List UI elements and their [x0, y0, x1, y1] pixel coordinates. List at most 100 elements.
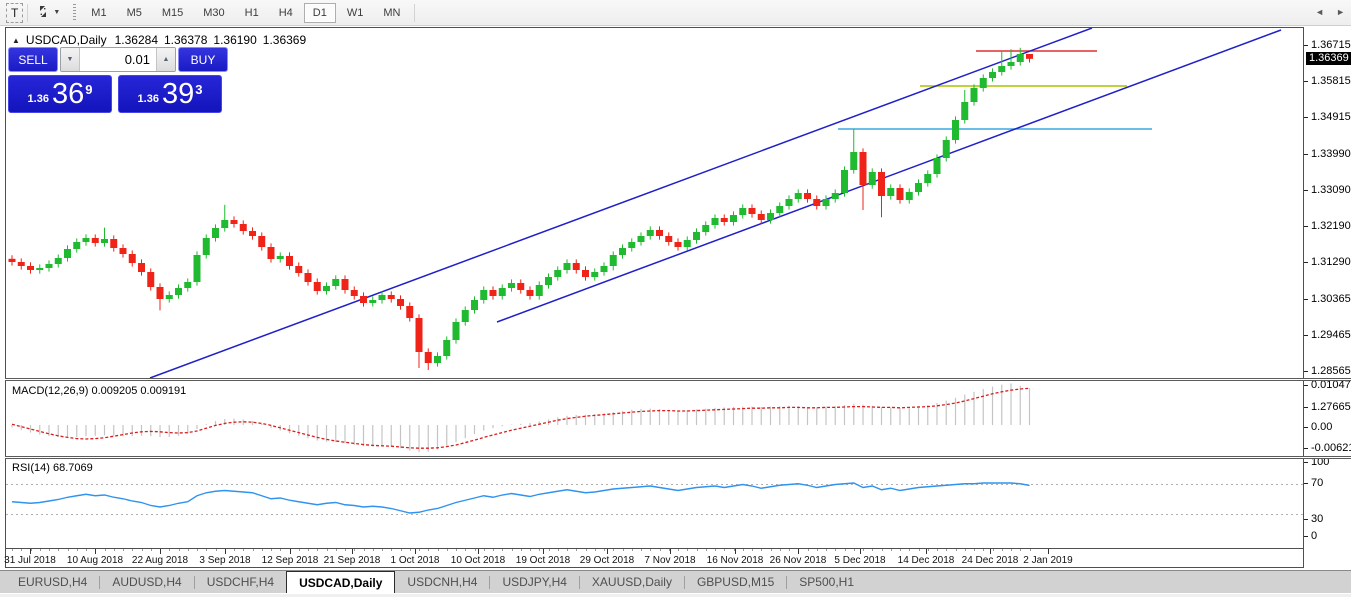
ask-prefix: 1.36	[137, 93, 159, 105]
minor-time-tick	[12, 549, 13, 551]
minor-time-tick	[502, 549, 504, 551]
minor-time-tick	[576, 549, 578, 551]
date-tick	[798, 549, 799, 554]
minor-time-tick	[687, 549, 689, 551]
minor-time-tick	[261, 549, 263, 551]
tab-scroll-left-icon[interactable]: ◄	[1315, 7, 1324, 17]
timeframe-button-m5[interactable]: M5	[118, 3, 151, 23]
minor-time-tick	[317, 549, 319, 551]
date-label: 26 Nov 2018	[769, 555, 827, 566]
minor-time-tick	[1001, 549, 1003, 551]
minor-time-tick	[252, 549, 254, 551]
tab-usdchf[interactable]: USDCHF,H4	[195, 571, 286, 593]
minor-time-tick	[372, 549, 374, 551]
bid-pip-digit: 9	[85, 82, 93, 97]
minor-time-tick	[955, 549, 957, 551]
tab-scroll-right-icon[interactable]: ►	[1336, 7, 1345, 17]
minor-time-tick	[354, 549, 356, 551]
price-tick	[1304, 45, 1308, 46]
indicator-tick	[1304, 427, 1308, 428]
minor-time-tick	[742, 549, 744, 551]
minor-time-tick	[807, 549, 809, 551]
timeframe-button-m1[interactable]: M1	[82, 3, 115, 23]
macd-splitter[interactable]	[5, 378, 1351, 381]
current-price-tag: 1.36369	[1306, 52, 1351, 65]
minor-time-tick	[992, 549, 994, 551]
price-tick-label: 1.30365	[1311, 293, 1351, 305]
rsi-splitter[interactable]	[5, 456, 1351, 459]
tab-audusd[interactable]: AUDUSD,H4	[100, 571, 193, 593]
price-tick-label: 1.29465	[1311, 329, 1351, 341]
ask-price-box[interactable]: 1.36 39 3	[118, 75, 222, 113]
price-axis[interactable]: 1.36715 1.35815 1.34915 1.33990 1.33090 1.321…	[1304, 27, 1351, 568]
minor-time-tick	[113, 549, 115, 551]
tab-usdcnh[interactable]: USDCNH,H4	[395, 571, 489, 593]
tab-xauusd[interactable]: XAUUSD,Daily	[580, 571, 684, 593]
date-tick	[990, 549, 991, 554]
timeframe-button-h4[interactable]: H4	[270, 3, 302, 23]
minor-time-tick	[58, 549, 60, 551]
tab-gbpusd[interactable]: GBPUSD,M15	[685, 571, 786, 593]
price-tick-label: 1.35815	[1311, 75, 1351, 87]
sell-button[interactable]: SELL	[8, 47, 58, 72]
one-click-trading-panel: SELL ▼ 0.01 ▲ BUY 1.36 36 9 1.36 39 3	[8, 47, 228, 113]
chart-tab-bar: EURUSD,H4 AUDUSD,H4 USDCHF,H4 USDCAD,Daily U…	[0, 570, 1351, 593]
date-label: 3 Sep 2018	[199, 555, 251, 566]
minor-time-tick	[428, 549, 430, 551]
toolbar-grip[interactable]	[72, 3, 78, 22]
minor-time-tick	[779, 549, 781, 551]
minor-time-tick	[530, 549, 531, 551]
minor-time-tick	[890, 549, 892, 551]
minor-time-tick	[881, 549, 883, 551]
tab-usdcad[interactable]: USDCAD,Daily	[286, 571, 396, 593]
minor-time-tick	[456, 549, 457, 551]
date-label: 7 Nov 2018	[644, 555, 696, 566]
high-value: 1.36378	[164, 33, 208, 47]
bid-big-digits: 36	[51, 78, 85, 110]
timeframe-button-w1[interactable]: W1	[338, 3, 373, 23]
minor-time-tick	[909, 549, 911, 551]
volume-input[interactable]: 0.01	[80, 48, 156, 71]
tab-usdjpy[interactable]: USDJPY,H4	[490, 571, 578, 593]
minor-time-tick	[705, 549, 707, 551]
timeframe-button-m30[interactable]: M30	[194, 3, 233, 23]
date-label: 14 Dec 2018	[897, 555, 955, 566]
minor-time-tick	[715, 549, 716, 551]
timeframe-button-d1[interactable]: D1	[303, 2, 336, 23]
text-tool-button[interactable]: T	[6, 2, 24, 23]
toolbar-separator	[414, 3, 416, 22]
minor-time-tick	[557, 549, 559, 551]
minor-time-tick	[613, 549, 615, 551]
price-tick-label: 1.33090	[1311, 184, 1351, 196]
tab-scroll-arrows: ◄ ►	[1315, 0, 1345, 23]
chevron-down-icon: ▼	[53, 9, 61, 16]
price-tick	[1304, 81, 1308, 82]
date-tick	[352, 549, 353, 554]
objects-tool-button[interactable]: ▼	[32, 3, 64, 23]
collapse-panel-icon[interactable]: ▲	[12, 36, 20, 45]
minor-time-tick	[853, 549, 855, 551]
minor-time-tick	[678, 549, 679, 551]
tab-sp500[interactable]: SP500,H1	[787, 571, 866, 593]
date-label: 1 Oct 2018	[390, 555, 440, 566]
minor-time-tick	[927, 549, 929, 551]
indicator-tick	[1304, 448, 1308, 449]
date-tick	[160, 549, 161, 554]
volume-decrease-button[interactable]: ▼	[61, 48, 80, 71]
timeframe-button-m15[interactable]: M15	[153, 3, 192, 23]
price-tick	[1304, 262, 1308, 263]
date-label: 21 Sep 2018	[323, 555, 381, 566]
timeframe-button-h1[interactable]: H1	[236, 3, 268, 23]
minor-time-tick	[400, 549, 402, 551]
time-axis[interactable]: 31 Jul 2018 10 Aug 2018 22 Aug 2018 3 Sep 2…	[4, 548, 1303, 567]
minor-time-tick	[511, 549, 513, 551]
price-tick-label: 1.28565	[1311, 365, 1351, 377]
timeframe-button-mn[interactable]: MN	[374, 3, 409, 23]
date-tick	[735, 549, 736, 554]
price-tick-label: 1.36715	[1311, 39, 1351, 51]
volume-increase-button[interactable]: ▲	[156, 48, 175, 71]
bid-price-box[interactable]: 1.36 36 9	[8, 75, 112, 113]
buy-button[interactable]: BUY	[178, 47, 228, 72]
minor-time-tick	[696, 549, 698, 551]
tab-eurusd[interactable]: EURUSD,H4	[6, 571, 99, 593]
